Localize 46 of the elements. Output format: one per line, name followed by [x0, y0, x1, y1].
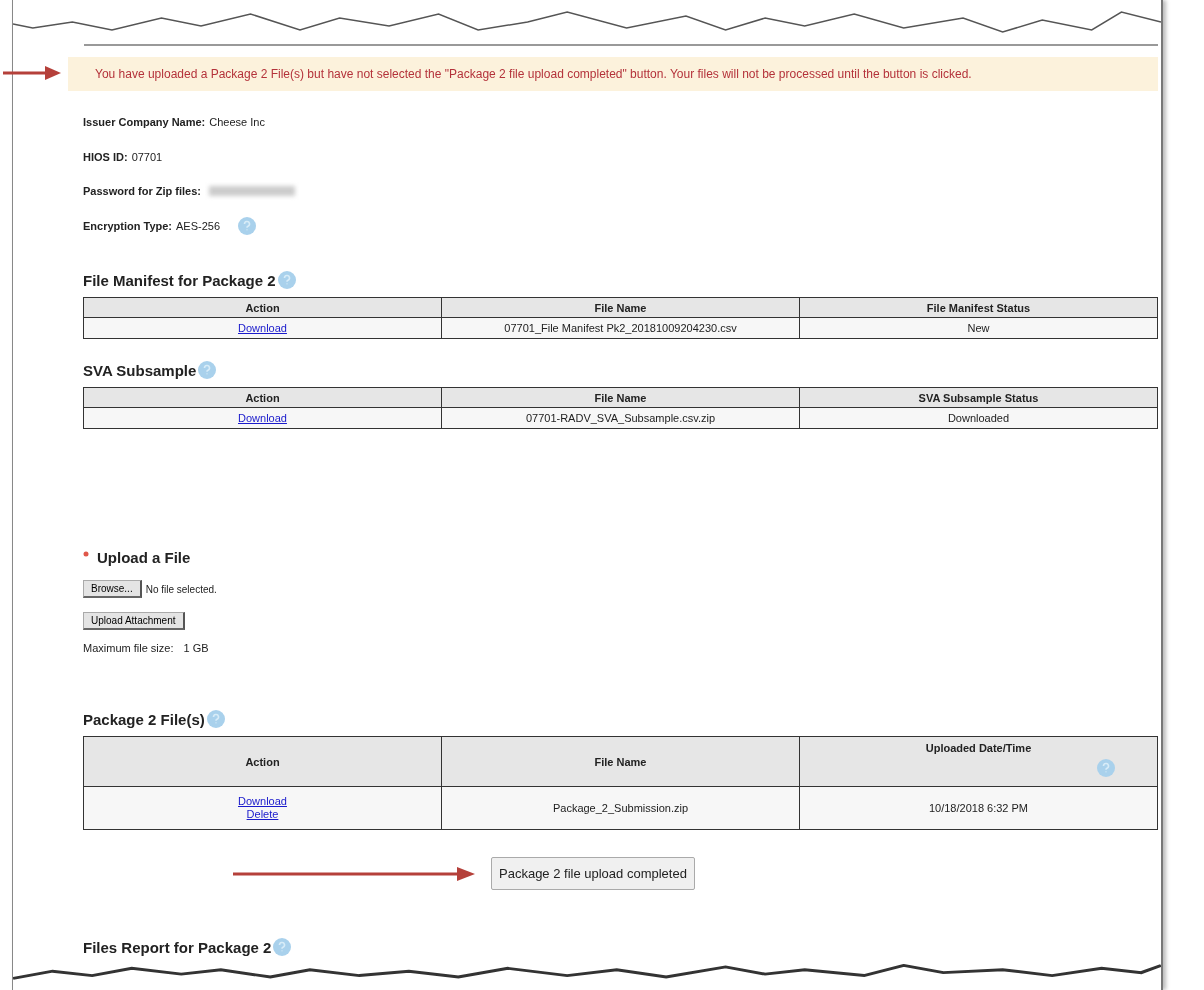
file-status: No file selected. [145, 583, 217, 595]
column-header: Action [83, 387, 442, 408]
field-label: Maximum file size: [83, 642, 174, 654]
field-label: Password for Zip files: [83, 185, 201, 198]
help-icon[interactable] [277, 271, 296, 289]
table-cell: New [799, 317, 1158, 339]
table-cell: 07701-RADV_SVA_Subsample.csv.zip [441, 407, 800, 429]
field-value: AES-256 [176, 219, 221, 232]
column-header: SVA Subsample Status [799, 387, 1158, 408]
table-cell: Downloaded [799, 407, 1158, 429]
arrow-icon [233, 865, 475, 882]
table-cell: Package_2_Submission.zip [441, 786, 800, 830]
column-header: File Name [441, 387, 800, 408]
column-header: Action [83, 297, 442, 318]
column-header: File Manifest Status [799, 297, 1158, 318]
section-heading: Package 2 File(s) [83, 710, 205, 728]
column-header: Uploaded Date/Time [799, 736, 1158, 787]
upload-completed-button[interactable]: Package 2 file upload completed [491, 857, 695, 890]
field-label: Encryption Type: [83, 219, 173, 232]
field-value: 07701 [131, 150, 163, 163]
upload-button[interactable]: Upload Attachment [83, 612, 185, 630]
help-icon[interactable] [273, 938, 292, 956]
table-cell: 10/18/2018 6:32 PM [799, 786, 1158, 830]
field-value: 1 GB [183, 642, 209, 654]
browse-button[interactable]: Browse... [83, 580, 142, 598]
column-header: File Name [441, 297, 800, 318]
section-heading: Files Report for Package 2 [83, 938, 272, 956]
section-heading: File Manifest for Package 2 [83, 271, 276, 289]
column-header: File Name [441, 736, 800, 787]
help-icon[interactable] [198, 361, 217, 379]
help-icon[interactable] [238, 216, 257, 235]
section-heading: SVA Subsample [83, 361, 197, 379]
field-label: Issuer Company Name: [83, 116, 206, 129]
warning-message: You have uploaded a Package 2 File(s) but have not selected the "Package 2 file upload completed" button. Your files will not be processed until the button is clicked. [68, 57, 1158, 91]
action-link[interactable]: Delete [84, 808, 441, 821]
action-link[interactable]: Download [84, 411, 441, 425]
help-icon[interactable] [206, 710, 225, 728]
table-cell: 07701_File Manifest Pk2_20181009204230.csv [441, 317, 800, 339]
section-heading: Upload a File [97, 549, 191, 566]
field-label: HIOS ID: [83, 150, 128, 163]
action-link[interactable]: Download [84, 795, 441, 808]
action-link[interactable]: Download [84, 321, 441, 335]
arrow-icon [3, 65, 61, 81]
column-header: Action [83, 736, 442, 787]
field-value: Cheese Inc [209, 116, 265, 129]
help-icon[interactable] [1097, 759, 1115, 777]
